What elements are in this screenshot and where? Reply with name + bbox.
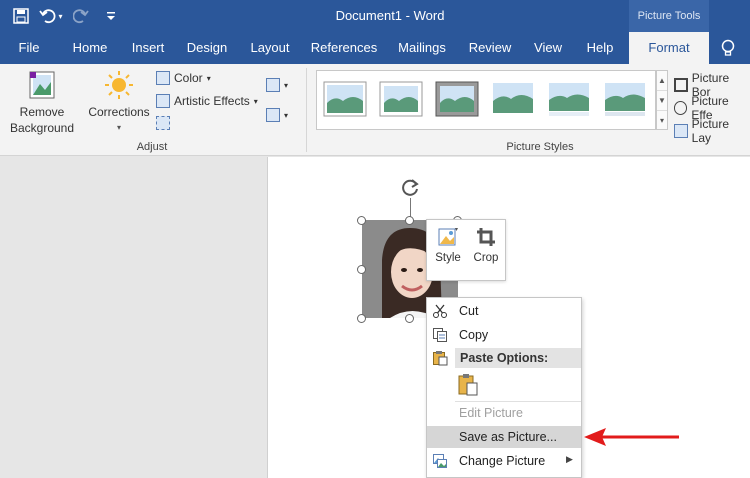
menu-item-cut[interactable]: Cut <box>427 300 581 322</box>
edit-picture-label: Edit Picture <box>459 406 523 420</box>
picture-style-thumb[interactable] <box>547 81 591 117</box>
crop-button[interactable]: Crop <box>467 226 505 264</box>
color-icon <box>156 71 170 85</box>
artistic-effects-label: Artistic Effects <box>174 94 250 108</box>
resize-handle[interactable] <box>357 216 366 225</box>
save-as-picture-label: Save as Picture... <box>459 430 557 444</box>
menu-item-edit-picture[interactable]: Edit Picture <box>427 402 581 424</box>
tab-file[interactable]: File <box>8 32 50 64</box>
resize-handle[interactable] <box>357 265 366 274</box>
picture-tools-context-label: Picture Tools <box>629 0 709 32</box>
gallery-up-icon[interactable]: ▲ <box>657 71 667 91</box>
tab-help[interactable]: Help <box>580 32 620 64</box>
compress-dropdown-icon: ▾ <box>284 80 289 90</box>
tab-references[interactable]: References <box>310 32 378 64</box>
compress-pictures-button[interactable]: ▾ <box>266 78 288 92</box>
tab-mailings[interactable]: Mailings <box>392 32 452 64</box>
menu-item-change-picture[interactable]: Change Picture ▶ <box>427 450 581 472</box>
tab-view[interactable]: View <box>528 32 568 64</box>
corrections-button[interactable]: Corrections ▾ <box>84 70 154 136</box>
paste-options-icon <box>432 350 448 366</box>
tab-insert[interactable]: Insert <box>124 32 172 64</box>
picture-layout-icon <box>674 124 688 138</box>
picture-style-thumb[interactable] <box>435 81 479 117</box>
picture-style-thumb[interactable] <box>603 81 647 117</box>
artistic-effects-dropdown-icon: ▾ <box>253 96 258 106</box>
quick-access-toolbar: ▾ <box>0 0 126 32</box>
remove-background-label-2: Background <box>9 121 75 135</box>
picture-style-thumb[interactable] <box>491 81 535 117</box>
picture-layout-label: Picture Lay <box>691 117 730 145</box>
menu-item-copy[interactable]: Copy <box>427 324 581 346</box>
corrections-dropdown-icon: ▾ <box>116 123 121 132</box>
context-menu: Cut Copy Paste Options: Edit Picture Sav… <box>426 297 582 478</box>
remove-background-label-1: Remove <box>19 105 65 119</box>
tab-home[interactable]: Home <box>64 32 116 64</box>
corrections-label: Corrections <box>88 105 150 119</box>
picture-style-thumb[interactable] <box>323 81 367 117</box>
paste-options-header: Paste Options: <box>455 348 581 368</box>
style-button[interactable]: Style <box>429 226 467 264</box>
copy-label: Copy <box>459 328 489 342</box>
resize-handle[interactable] <box>405 314 414 323</box>
color-button[interactable]: Color ▾ <box>156 71 211 85</box>
ribbon-tabs: File Home Insert Design Layout Reference… <box>0 32 750 64</box>
picture-border-icon <box>674 78 688 92</box>
remove-background-button[interactable]: Remove Background <box>4 70 80 136</box>
customize-icon[interactable] <box>96 0 126 32</box>
mini-toolbar: Style Crop <box>426 219 506 281</box>
title-bar: ▾ Document1 - Word Picture Tools <box>0 0 750 32</box>
document-title: Document1 - Word <box>335 8 445 23</box>
corrections-icon <box>104 70 134 100</box>
style-icon <box>437 226 459 248</box>
save-icon[interactable] <box>6 0 36 32</box>
color-label: Color <box>174 71 203 85</box>
change-picture-ribbon-icon <box>266 108 280 122</box>
resize-handle[interactable] <box>357 314 366 323</box>
picture-styles-group-label: Picture Styles <box>506 141 574 153</box>
annotation-arrow-icon <box>584 425 680 449</box>
crop-icon <box>475 226 497 248</box>
crop-label: Crop <box>473 252 499 264</box>
artistic-effects-button[interactable]: Artistic Effects ▾ <box>156 94 258 108</box>
cut-label: Cut <box>459 304 479 318</box>
change-picture-ribbon-button[interactable]: ▾ <box>266 108 288 122</box>
gallery-scroll: ▲ ▼ ▾ <box>656 70 668 130</box>
adjust-group-label: Adjust <box>136 141 168 153</box>
compress-pictures-icon <box>266 78 280 92</box>
picture-layout-button[interactable]: Picture Lay <box>674 117 750 145</box>
rotate-stem <box>410 198 411 218</box>
tab-format[interactable]: Format <box>629 32 709 64</box>
tab-review[interactable]: Review <box>464 32 516 64</box>
undo-icon[interactable]: ▾ <box>36 0 66 32</box>
gallery-down-icon[interactable]: ▼ <box>657 91 667 111</box>
remove-background-icon <box>28 70 56 100</box>
paste-keep-picture-icon[interactable] <box>457 373 479 397</box>
copy-icon <box>432 327 448 343</box>
submenu-arrow-icon: ▶ <box>566 454 573 464</box>
tab-layout[interactable]: Layout <box>244 32 296 64</box>
picture-styles-gallery <box>316 70 656 130</box>
style-label: Style <box>435 252 461 264</box>
picture-effects-icon <box>674 101 688 115</box>
rotate-handle-icon[interactable] <box>399 176 421 198</box>
transparency-button[interactable] <box>156 116 170 130</box>
artistic-effects-icon <box>156 94 170 108</box>
transparency-icon <box>156 116 170 130</box>
change-picture-dropdown-icon: ▾ <box>284 110 289 120</box>
lightbulb-icon[interactable] <box>718 38 738 58</box>
change-picture-label: Change Picture <box>459 454 546 468</box>
change-picture-icon <box>432 453 448 469</box>
picture-style-thumb[interactable] <box>379 81 423 117</box>
gallery-more-icon[interactable]: ▾ <box>657 111 667 131</box>
menu-item-save-as-picture[interactable]: Save as Picture... <box>427 426 581 448</box>
scissors-icon <box>432 303 448 319</box>
resize-handle[interactable] <box>405 216 414 225</box>
ribbon-separator <box>306 68 307 152</box>
workspace-margin <box>0 157 267 478</box>
redo-icon[interactable] <box>66 0 96 32</box>
color-dropdown-icon: ▾ <box>206 73 211 83</box>
tab-design[interactable]: Design <box>182 32 232 64</box>
